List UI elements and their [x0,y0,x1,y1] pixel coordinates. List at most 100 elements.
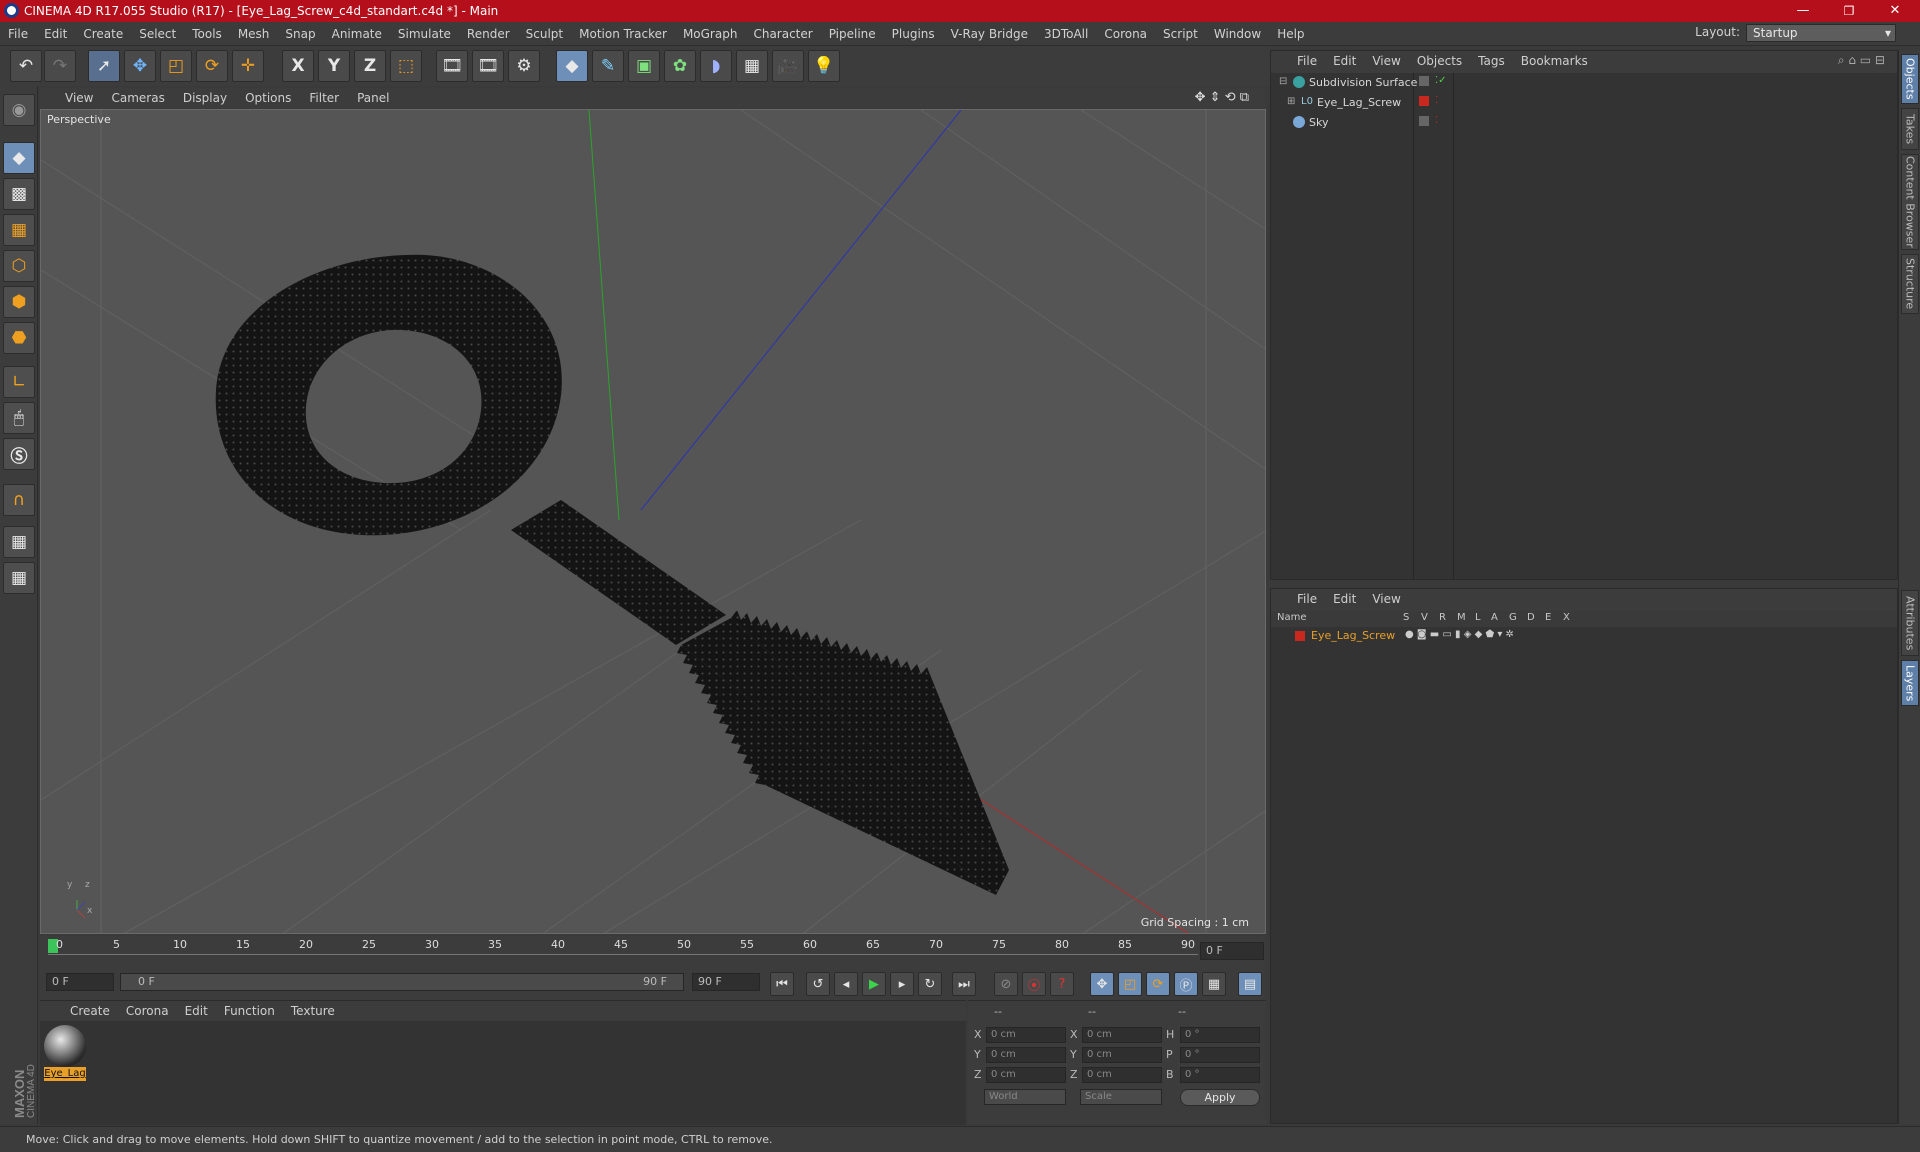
viewport-menu-cameras[interactable]: Cameras [102,91,173,105]
layer-list[interactable]: Name S V R M L A G D E X Eye_Lag_Screw ●… [1271,611,1897,1123]
scale-icon[interactable]: ◰ [160,50,192,82]
om-menu-view[interactable]: View [1364,54,1408,68]
y-axis-icon[interactable]: Y [318,50,350,82]
cube-icon[interactable]: ◆ [556,50,588,82]
cloner-icon[interactable]: ✿ [664,50,696,82]
live-select-icon[interactable]: ➚ [88,50,120,82]
menu-simulate[interactable]: Simulate [390,27,459,41]
expand-toggle-icon[interactable]: ⊞ [1287,96,1295,107]
expand-toggle-icon[interactable]: ⊟ [1279,76,1287,87]
end-frame-field[interactable]: 90 F [692,973,760,991]
material-menu-texture[interactable]: Texture [283,1004,343,1018]
lm-menu-view[interactable]: View [1364,592,1408,606]
coordinate-mode-select[interactable]: World [984,1089,1066,1105]
layer-toggle-icons[interactable]: ● ◙ ▬ ▭ ▮ ◈ ◆ ⬟ ▾ ✲ [1405,629,1514,640]
layout-select[interactable]: Startup ▾ [1746,24,1896,42]
render-view-icon[interactable]: 🎞 [436,50,468,82]
subdivision-icon[interactable]: ▣ [628,50,660,82]
go-to-end-icon[interactable]: ⏭ [952,972,976,996]
next-key-icon[interactable]: ↻ [918,972,942,996]
menu-tools[interactable]: Tools [184,27,230,41]
move-icon[interactable]: ✥ [124,50,156,82]
key-scale-icon[interactable]: ◰ [1118,972,1142,996]
menu-script[interactable]: Script [1155,27,1206,41]
previous-key-icon[interactable]: ↺ [806,972,830,996]
rotation-h-field[interactable]: 0 ° [1180,1027,1260,1043]
om-menu-objects[interactable]: Objects [1409,54,1470,68]
x-axis-icon[interactable]: X [282,50,314,82]
key-position-icon[interactable]: ✥ [1090,972,1114,996]
om-menu-file[interactable]: File [1289,54,1325,68]
material-menu-edit[interactable]: Edit [177,1004,216,1018]
menu-pipeline[interactable]: Pipeline [821,27,884,41]
edit-render-settings-icon[interactable]: ⚙ [508,50,540,82]
menu-window[interactable]: Window [1206,27,1269,41]
pen-icon[interactable]: ✎ [592,50,624,82]
object-row-eye-lag-screw[interactable]: ⊞ L0 Eye_Lag_Screw ⁚ [1271,93,1897,113]
snap-magnet-icon[interactable]: ∩ [3,484,35,516]
material-list[interactable]: Eye_Lag [40,1021,966,1125]
points-mode-icon[interactable]: ⬡ [3,250,35,282]
viewport-menu-options[interactable]: Options [236,91,300,105]
visibility-dots-icon[interactable]: ⁚ [1435,115,1438,126]
menu-file[interactable]: File [0,27,36,41]
om-menu-bookmarks[interactable]: Bookmarks [1513,54,1596,68]
maximize-button[interactable]: ❐ [1826,0,1872,22]
eye-lag-screw-model[interactable] [215,254,1009,895]
position-x-field[interactable]: 0 cm [986,1027,1066,1043]
close-button[interactable]: ✕ [1872,0,1918,22]
current-frame-field[interactable]: 0 F [1200,942,1264,960]
viewport-menu-display[interactable]: Display [174,91,236,105]
workplane-icon[interactable]: ▦ [3,214,35,246]
create-icon[interactable]: ✛ [232,50,264,82]
menu-character[interactable]: Character [745,27,820,41]
frame-range-slider[interactable]: 0 F 90 F [120,973,684,991]
play-icon[interactable]: ▶ [862,972,886,996]
autokey-icon[interactable]: ⦿ [1022,972,1046,996]
tab-attributes[interactable]: Attributes [1901,590,1919,656]
redo-icon[interactable]: ↷ [44,50,76,82]
lm-menu-file[interactable]: File [1289,592,1325,606]
viewport-menu-view[interactable]: View [56,91,102,105]
position-z-field[interactable]: 0 cm [986,1067,1066,1083]
material-swatch[interactable]: Eye_Lag [44,1025,86,1083]
viewport-perspective[interactable]: Perspective Grid Spacing : 1 cm y x z [40,109,1266,934]
size-y-field[interactable]: 0 cm [1082,1047,1162,1063]
menu-sculpt[interactable]: Sculpt [518,27,571,41]
om-menu-tags[interactable]: Tags [1470,54,1513,68]
size-x-field[interactable]: 0 cm [1082,1027,1162,1043]
polygons-mode-icon[interactable]: ⬣ [3,322,35,354]
layer-color-swatch[interactable] [1295,631,1305,641]
go-to-start-icon[interactable]: ⏮ [770,972,794,996]
axis-mode-icon[interactable]: ∟ [3,366,35,398]
menu-edit[interactable]: Edit [36,27,75,41]
viewport-menu-panel[interactable]: Panel [348,91,398,105]
menu-vray-bridge[interactable]: V-Ray Bridge [943,27,1036,41]
next-frame-icon[interactable]: ▸ [890,972,914,996]
object-row-subdivision-surface[interactable]: ⊟ Subdivision Surface ⁚✓ [1271,73,1897,93]
tab-content-browser[interactable]: Content Browser [1901,154,1919,250]
keyframe-selection-icon[interactable]: ? [1050,972,1074,996]
sculpt-mode-icon[interactable]: ◉ [3,94,35,126]
rotation-p-field[interactable]: 0 ° [1180,1047,1260,1063]
material-menu-function[interactable]: Function [216,1004,283,1018]
z-axis-icon[interactable]: Z [354,50,386,82]
solo-icon[interactable]: Ⓢ [3,438,35,470]
camera-icon[interactable]: 🎥 [772,50,804,82]
undo-icon[interactable]: ↶ [10,50,42,82]
menu-animate[interactable]: Animate [324,27,390,41]
light-icon[interactable]: 💡 [808,50,840,82]
size-z-field[interactable]: 0 cm [1082,1067,1162,1083]
material-menu-corona[interactable]: Corona [118,1004,177,1018]
start-frame-field[interactable]: 0 F [46,973,114,991]
edges-mode-icon[interactable]: ⬢ [3,286,35,318]
object-list[interactable]: ⊟ Subdivision Surface ⁚✓ ⊞ L0 Eye_Lag_Sc… [1271,73,1897,579]
key-pla-icon[interactable]: ▦ [1202,972,1226,996]
visibility-dots-icon[interactable]: ⁚ [1435,95,1438,106]
layer-row-eye-lag-screw[interactable]: Eye_Lag_Screw ● ◙ ▬ ▭ ▮ ◈ ◆ ⬟ ▾ ✲ [1271,627,1897,645]
render-picture-viewer-icon[interactable]: 🎞 [472,50,504,82]
floor-icon[interactable]: ▦ [736,50,768,82]
model-mode-icon[interactable]: ◆ [3,142,35,174]
tab-takes[interactable]: Takes [1901,108,1919,150]
lm-menu-edit[interactable]: Edit [1325,592,1364,606]
